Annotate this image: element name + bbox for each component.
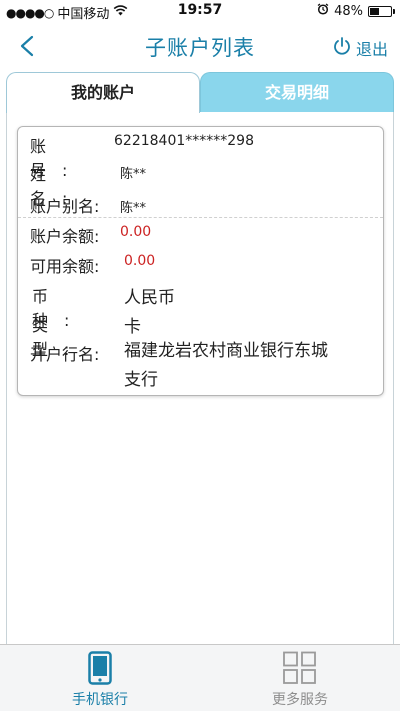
battery-percent: 48% [334, 3, 363, 19]
bottom-nav: 手机银行 更多服务 [0, 644, 400, 711]
phone-icon [88, 651, 112, 689]
field-available-balance: 可用余额: 0.00 [30, 253, 373, 277]
divider [18, 217, 383, 218]
branch-line-1: 福建龙岩农村商业银行东城 [124, 341, 328, 361]
tab-transaction-details[interactable]: 交易明细 [200, 72, 394, 113]
account-tabs: 我的账户 交易明细 [6, 72, 394, 113]
grid-icon [282, 651, 318, 689]
field-label: 账户余额: [30, 227, 100, 246]
battery-level [370, 7, 379, 15]
field-label: 可用余额: [30, 257, 100, 276]
bottom-nav-label: 手机银行 [72, 692, 128, 708]
field-value: 0.00 [124, 253, 156, 269]
bottom-nav-mobile-banking[interactable]: 手机银行 [0, 645, 200, 711]
account-card[interactable]: 账号: 62218401******298 姓名: 陈** 账户别名: 陈** … [17, 126, 384, 396]
battery-icon [368, 5, 395, 17]
bottom-nav-more-services[interactable]: 更多服务 [200, 645, 400, 711]
alarm-icon [317, 3, 329, 19]
field-alias: 账户别名: 陈** [30, 193, 373, 217]
field-balance: 账户余额: 0.00 [30, 223, 373, 247]
field-value: 福建龙岩农村商业银行东城 支行 [124, 337, 328, 395]
status-right: 48% [317, 3, 395, 19]
status-bar: ●●●●○ 中国移动 19:57 48% [0, 0, 400, 22]
field-label: 账户别名: [30, 197, 100, 216]
power-icon [332, 36, 352, 60]
logout-label: 退出 [355, 40, 388, 59]
content-panel: 账号: 62218401******298 姓名: 陈** 账户别名: 陈** … [6, 112, 394, 644]
logout-button[interactable]: 退出 [332, 36, 388, 60]
branch-line-2: 支行 [124, 370, 158, 390]
bottom-nav-label: 更多服务 [272, 692, 328, 708]
field-branch: 开户行名: 福建龙岩农村商业银行东城 支行 [30, 341, 373, 395]
nav-bar: 子账户列表 退出 [0, 22, 400, 68]
field-value: 0.00 [120, 224, 152, 240]
field-label: 开户行名: [30, 345, 100, 364]
tab-my-account[interactable]: 我的账户 [6, 72, 200, 113]
field-value: 陈** [120, 201, 147, 216]
